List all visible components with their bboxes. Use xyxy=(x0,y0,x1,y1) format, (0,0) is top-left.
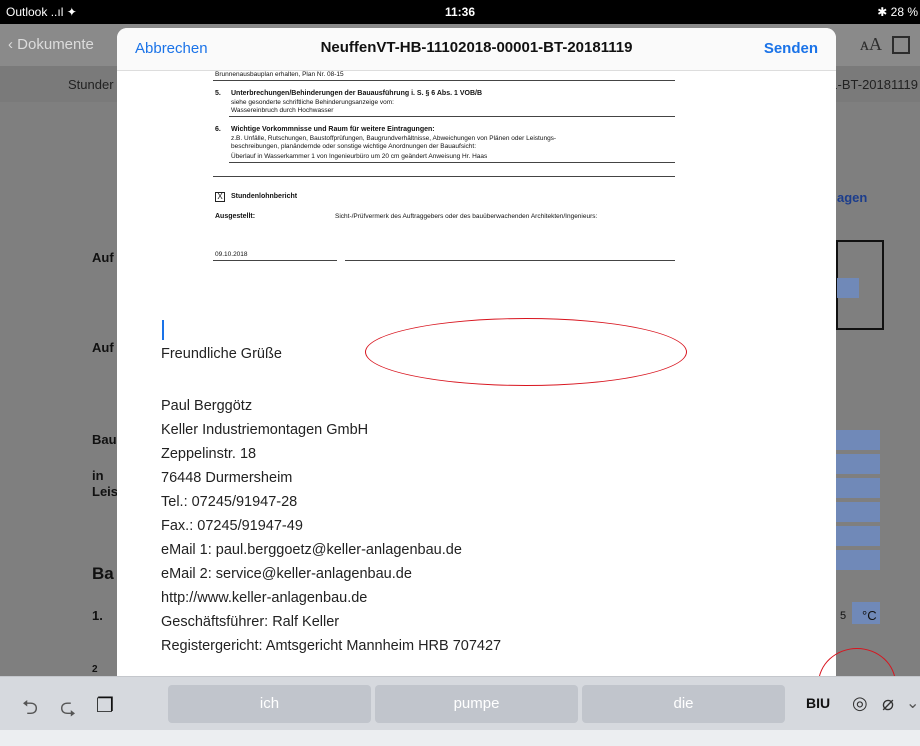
signature-line: Zeppelinstr. 18 xyxy=(161,446,257,462)
bottom-strip xyxy=(0,730,920,746)
doc-rule xyxy=(229,116,675,117)
annotation-ellipse xyxy=(365,318,687,386)
compose-title: NeuffenVT-HB-11102018-00001-BT-20181119 xyxy=(320,39,633,56)
paperclip-icon[interactable]: ⌀ xyxy=(882,691,894,716)
doc-section-value: Überlauf in Wasserkammer 1 von Ingenieur… xyxy=(231,153,488,160)
doc-rule xyxy=(213,80,675,81)
doc-rule xyxy=(213,176,675,177)
doc-date: 09.10.2018 xyxy=(215,251,248,258)
signature-website-link[interactable]: http://www.keller-anlagenbau.de xyxy=(161,590,367,606)
checkbox-label: Stundenlohnbericht xyxy=(231,193,298,200)
signature-line: Tel.: 07245/91947-28 xyxy=(161,494,298,510)
redo-icon[interactable]: ⮎ xyxy=(60,693,76,727)
doc-section-value: Wassereinbruch durch Hochwasser xyxy=(231,107,334,114)
doc-rule xyxy=(229,162,675,163)
background-unit: °C xyxy=(862,608,877,623)
embedded-document: Brunnenausbauplan erhalten, Plan Nr. 08-… xyxy=(203,70,677,320)
compose-header: Abbrechen NeuffenVT-HB-11102018-00001-BT… xyxy=(117,28,836,71)
undo-icon[interactable]: ⮌ xyxy=(22,693,38,727)
doc-rule xyxy=(345,260,675,261)
suggestion-3[interactable]: die xyxy=(582,685,785,723)
signature-line: Fax.: 07245/91947-49 xyxy=(161,518,303,534)
background-label: Ba xyxy=(92,564,114,583)
chevron-left-icon: ‹ xyxy=(8,36,13,53)
text-size-icon[interactable]: ᴀA xyxy=(860,34,882,55)
background-field xyxy=(836,550,880,570)
doc-section-sub: beschreibungen, planändernde oder sonsti… xyxy=(231,143,477,150)
send-button[interactable]: Senden xyxy=(764,40,818,57)
camera-icon[interactable]: ◎ xyxy=(852,693,868,714)
signature-line: Registergericht: Amtsgericht Mannheim HR… xyxy=(161,638,502,654)
paste-icon[interactable]: ❐ xyxy=(96,693,114,718)
signature-line: Paul Berggötz xyxy=(161,398,253,414)
chevron-down-icon[interactable]: ⌄ xyxy=(906,693,919,713)
background-label: 2 xyxy=(92,664,98,675)
checkbox-stundenlohnbericht[interactable]: X xyxy=(215,192,225,202)
background-field xyxy=(837,278,859,298)
doc-section-number: 6. xyxy=(215,126,221,133)
keyboard-shortcut-bar: ⮌ ⮎ ❐ ich pumpe die BIU ◎ ⌀ ⌄ xyxy=(0,676,920,731)
signature-email-2[interactable]: eMail 2: service@keller-anlagenbau.de xyxy=(161,566,412,582)
background-digit: 5 xyxy=(840,610,847,622)
back-label: Dokumente xyxy=(17,36,94,53)
format-biu-button[interactable]: BIU xyxy=(806,695,830,711)
signature-line: 76448 Durmersheim xyxy=(161,470,293,486)
issued-label: Ausgestellt: xyxy=(215,213,256,220)
doc-section-sub: siehe gesonderte schriftliche Behinderun… xyxy=(231,99,394,106)
background-field xyxy=(836,502,880,522)
greeting-line: Freundliche Grüße xyxy=(161,346,282,362)
text-cursor xyxy=(162,320,164,340)
book-icon[interactable] xyxy=(892,36,910,54)
background-label: Auf xyxy=(92,340,114,355)
background-field xyxy=(836,478,880,498)
suggestion-2[interactable]: pumpe xyxy=(375,685,578,723)
status-bar: Outlook ..ıl ✦ 11:36 ✱ 28 % xyxy=(0,0,920,24)
doc-section-number: 5. xyxy=(215,90,221,97)
background-field xyxy=(836,454,880,474)
signature-line: Keller Industriemontagen GmbH xyxy=(161,422,369,438)
doc-section-sub: z.B. Unfälle, Rutschungen, Baustoffprüfu… xyxy=(231,135,557,142)
background-sub-right: 1-BT-20181119 xyxy=(830,77,918,92)
background-label: 1. xyxy=(92,608,103,623)
signature-email-1[interactable]: eMail 1: paul.berggoetz@keller-anlagenba… xyxy=(161,542,462,558)
doc-line: Brunnenausbauplan erhalten, Plan Nr. 08-… xyxy=(215,71,344,78)
background-sub-left: Stunder xyxy=(68,77,114,92)
doc-section-title: Unterbrechungen/Behinderungen der Bauaus… xyxy=(231,90,482,97)
status-time: 11:36 xyxy=(444,5,476,19)
back-button[interactable]: ‹ Dokumente xyxy=(8,36,94,53)
doc-rule xyxy=(213,260,337,261)
background-label: Leis xyxy=(92,484,119,499)
signature-line: Geschäftsführer: Ralf Keller xyxy=(161,614,340,630)
background-label: Bau xyxy=(92,432,117,447)
doc-section-title: Wichtige Vorkommnisse und Raum für weite… xyxy=(231,126,435,133)
sight-label: Sicht-/Prüfvermerk des Auftraggebers ode… xyxy=(335,213,598,220)
background-label: Auf xyxy=(92,250,114,265)
background-label: in xyxy=(92,468,104,483)
background-field xyxy=(836,526,880,546)
suggestion-1[interactable]: ich xyxy=(168,685,371,723)
background-field xyxy=(836,430,880,450)
battery-indicator: ✱ 28 % xyxy=(877,5,918,19)
background-heading-fragment: agen xyxy=(837,190,868,205)
